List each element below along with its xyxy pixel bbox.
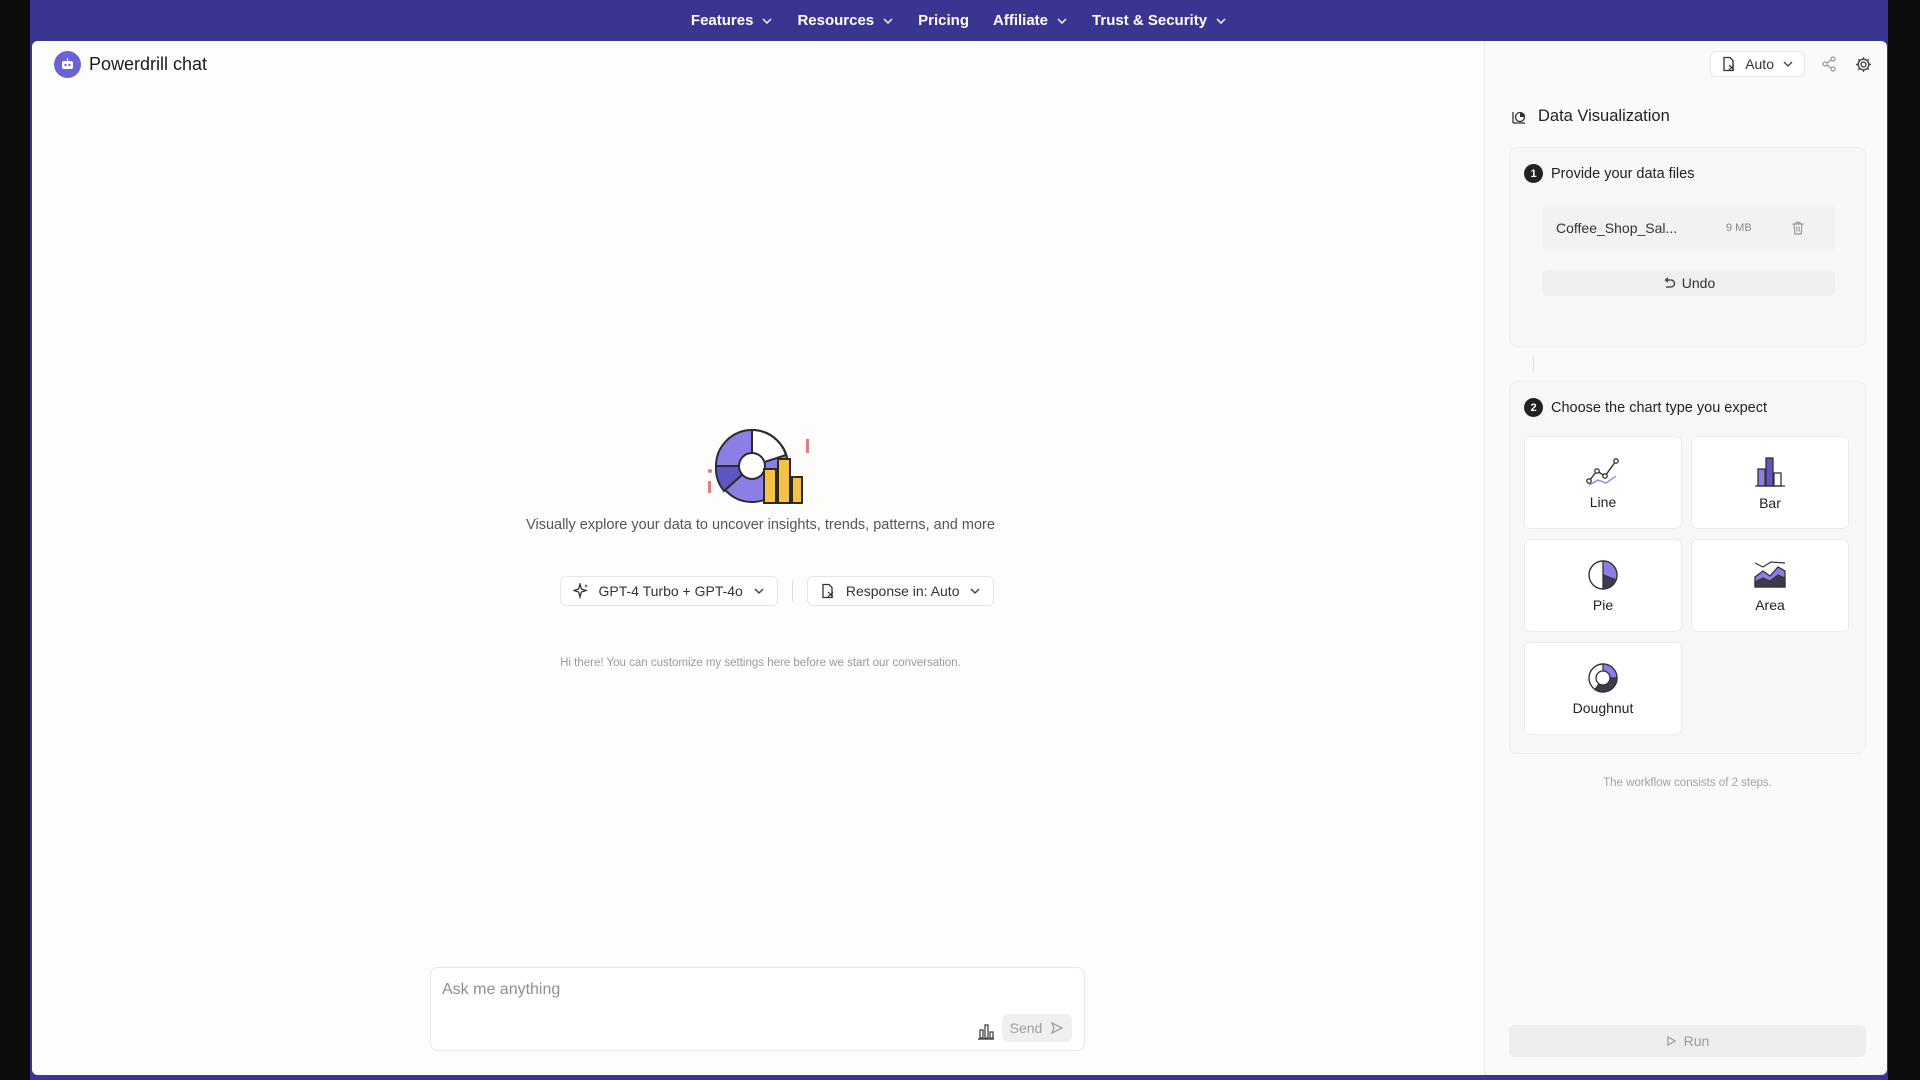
- left-window-edge: [0, 0, 30, 1080]
- undo-label: Undo: [1681, 275, 1716, 291]
- response-language-select[interactable]: Response in: Auto: [806, 576, 995, 606]
- brand[interactable]: Powerdrill chat: [54, 51, 207, 78]
- step2-header: 2 Choose the chart type you expect: [1524, 398, 1767, 417]
- uploaded-file: Coffee_Shop_Sal... 9 MB: [1542, 204, 1835, 252]
- chevron-down-icon: [970, 588, 980, 594]
- chart-type-bar-label: Bar: [1759, 494, 1781, 511]
- step1-number: 1: [1524, 164, 1543, 183]
- robot-logo-icon: [54, 51, 81, 78]
- chevron-down-icon: [1216, 18, 1226, 24]
- chevron-down-icon: [883, 18, 893, 24]
- line-chart-icon: [1586, 457, 1619, 486]
- chat-input[interactable]: [442, 978, 1042, 1002]
- chevron-down-icon: [762, 18, 772, 24]
- step1-header: 1 Provide your data files: [1524, 164, 1694, 183]
- bar-chart-icon: [1755, 456, 1785, 487]
- data-visualization-icon: [1512, 111, 1526, 124]
- chat-composer: Send: [430, 967, 1085, 1051]
- response-mode-select[interactable]: Auto: [1710, 51, 1805, 77]
- run-label: Run: [1683, 1033, 1710, 1049]
- nav-features[interactable]: Features: [679, 0, 786, 41]
- chart-type-area[interactable]: Area: [1691, 539, 1849, 632]
- document-language-icon: [1723, 56, 1735, 72]
- chart-type-line-label: Line: [1589, 493, 1617, 510]
- settings-row: GPT-4 Turbo + GPT-4o Response in: Auto: [532, 576, 1022, 606]
- hero-description: Visually explore your data to uncover in…: [526, 517, 995, 533]
- data-visualization-illustration-icon: [708, 428, 809, 504]
- send-button[interactable]: Send: [1002, 1014, 1072, 1042]
- step2-number: 2: [1524, 398, 1543, 417]
- app-frame: Powerdrill chat Visually explore your da…: [32, 41, 1887, 1075]
- file-name: Coffee_Shop_Sal...: [1556, 220, 1678, 236]
- send-icon: [1051, 1021, 1064, 1035]
- nav-trust-security[interactable]: Trust & Security: [1080, 0, 1239, 41]
- chart-type-line[interactable]: Line: [1524, 436, 1682, 529]
- panel-title: Data Visualization: [1510, 107, 1670, 126]
- panel-toolbar: Auto: [1710, 51, 1873, 77]
- panel-title-label: Data Visualization: [1538, 107, 1670, 125]
- nav-pricing-label: Pricing: [918, 12, 970, 29]
- chevron-down-icon: [1783, 61, 1793, 67]
- divider: [791, 580, 793, 602]
- chart-type-bar[interactable]: Bar: [1691, 436, 1849, 529]
- nav-affiliate-label: Affiliate: [993, 12, 1049, 29]
- settings-button[interactable]: [1853, 54, 1873, 74]
- nav-affiliate[interactable]: Affiliate: [981, 0, 1080, 41]
- trash-icon[interactable]: [1790, 220, 1806, 236]
- nav-pricing[interactable]: Pricing: [906, 0, 981, 41]
- step1-title: Provide your data files: [1551, 165, 1695, 182]
- file-size: 9 MB: [1726, 222, 1752, 234]
- chat-main: Powerdrill chat Visually explore your da…: [32, 41, 1484, 1075]
- chevron-down-icon: [1057, 18, 1067, 24]
- nav-resources[interactable]: Resources: [785, 0, 906, 41]
- undo-button[interactable]: Undo: [1542, 270, 1835, 296]
- response-language-label: Response in: Auto: [845, 583, 960, 599]
- area-chart-icon: [1754, 560, 1786, 588]
- step-connector: [1533, 356, 1534, 372]
- pie-chart-icon: [1588, 559, 1618, 590]
- model-select[interactable]: GPT-4 Turbo + GPT-4o: [559, 576, 778, 606]
- right-window-edge: [1888, 0, 1920, 1080]
- model-select-label: GPT-4 Turbo + GPT-4o: [598, 583, 743, 599]
- send-button-label: Send: [1009, 1020, 1043, 1036]
- nav-resources-label: Resources: [797, 12, 875, 29]
- brand-name: Powerdrill chat: [89, 54, 208, 74]
- chart-type-doughnut[interactable]: Doughnut: [1524, 642, 1682, 735]
- response-mode-label: Auto: [1745, 56, 1774, 72]
- workflow-note: The workflow consists of 2 steps.: [1603, 777, 1772, 789]
- document-language-icon: [822, 583, 834, 599]
- run-button[interactable]: Run: [1509, 1025, 1866, 1057]
- gear-icon: [1855, 56, 1871, 72]
- chart-type-pie-label: Pie: [1592, 596, 1614, 613]
- chart-type-pie[interactable]: Pie: [1524, 539, 1682, 632]
- undo-icon: [1664, 277, 1675, 288]
- step-provide-files: 1 Provide your data files Coffee_Shop_Sa…: [1509, 147, 1866, 347]
- share-icon: [1822, 56, 1836, 72]
- play-icon: [1667, 1036, 1676, 1046]
- step2-title: Choose the chart type you expect: [1551, 399, 1768, 416]
- sparkle-icon: [572, 583, 588, 599]
- nav-features-label: Features: [690, 12, 754, 29]
- data-visualization-panel: Auto Data Visualization 1 Provide your d…: [1484, 41, 1887, 1075]
- chart-type-doughnut-label: Doughnut: [1572, 699, 1634, 716]
- doughnut-chart-icon: [1588, 662, 1618, 693]
- top-nav: Features Resources Pricing Affiliate Tru…: [30, 0, 1888, 41]
- bar-chart-icon[interactable]: [975, 1020, 997, 1042]
- chevron-down-icon: [754, 588, 764, 594]
- chart-type-area-label: Area: [1755, 596, 1785, 613]
- share-button[interactable]: [1819, 54, 1839, 74]
- settings-hint: Hi there! You can customize my settings …: [560, 657, 961, 669]
- nav-trust-security-label: Trust & Security: [1092, 12, 1208, 29]
- step-choose-chart: 2 Choose the chart type you expect Line: [1509, 381, 1866, 754]
